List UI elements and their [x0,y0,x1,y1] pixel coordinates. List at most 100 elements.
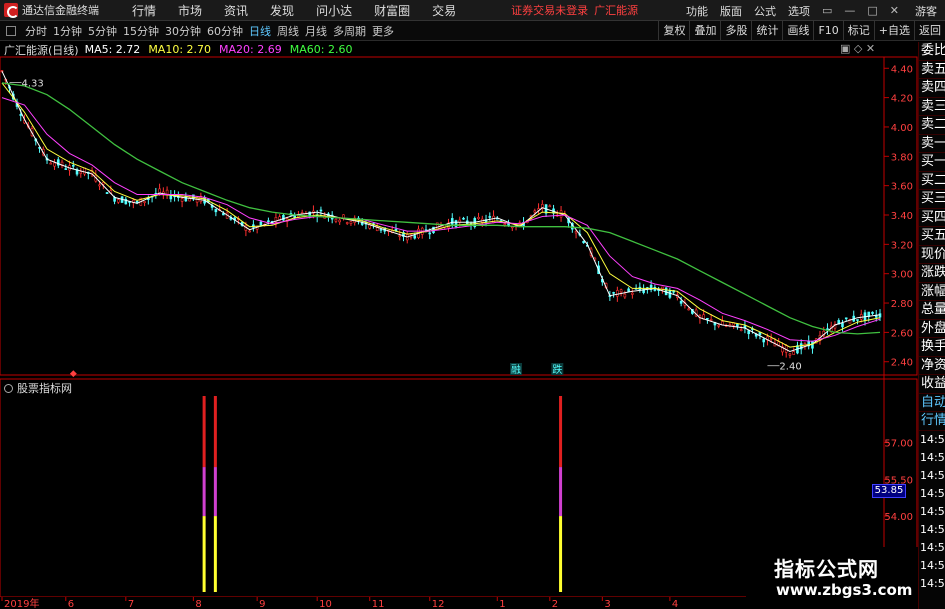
candle-body [574,231,578,234]
side-panel-item[interactable]: 收益 [919,375,945,394]
candle-body [717,324,720,327]
candle-body [71,164,75,167]
date-tick-label: 12 [432,599,445,609]
candle-body [49,162,53,165]
back-button[interactable]: 返回 [914,21,945,40]
side-panel-item[interactable]: 买三 [919,190,945,209]
candle-body [102,182,105,185]
date-tick-label: 2019年 [4,597,39,609]
side-panel-item[interactable]: 买二 [919,172,945,190]
event-marker-label: 融 [511,364,521,376]
side-panel-time: 14:56 [920,558,945,572]
price-tick-label: 3.40 [891,211,913,222]
candle-body [450,218,454,225]
event-marker-label: 跌 [552,363,562,376]
candle-body [345,222,349,224]
side-panel-item[interactable]: 涨跌 [919,264,945,283]
candle-body [222,213,225,216]
price-chart[interactable]: 4.40 4.20 4.00 3.80 3.60 3.40 3.20 3.00 2.80 2.60… [0,0,918,597]
candle-body [856,319,859,321]
candle-body [214,208,218,213]
price-tick-label: 2.80 [891,299,913,310]
candle-body [248,230,251,233]
side-panel-item[interactable]: 涨幅 [919,283,945,301]
side-panel-item[interactable]: 行情 [919,412,945,431]
date-tick-label: 1 [499,599,505,609]
candle-body [428,232,432,235]
side-panel-item[interactable]: 现价 [919,246,945,264]
candle-body [687,308,690,311]
candle-body [53,162,56,167]
indicator-bar-segment [559,516,563,592]
watermark: 指标公式网 www.zbgs3.com [746,547,918,609]
side-panel-item[interactable]: 卖一 [919,135,945,153]
candle-body [668,290,672,298]
indicator-header: 股票指标网 [0,381,72,395]
candle-body [736,323,739,327]
candle-body [398,235,402,237]
event-marker-dot: ◆ [70,369,77,379]
indicator-bar-segment [202,467,206,517]
side-panel-item[interactable]: 自动 [919,394,945,412]
candle-body [582,240,585,244]
side-panel-item[interactable]: 买五 [919,227,945,246]
candle-body [619,289,623,293]
side-panel-item[interactable]: 卖五 [919,61,945,79]
candle-body [195,197,199,203]
date-tick-label: 11 [372,599,385,609]
candle-body [117,199,120,203]
side-panel-item[interactable]: 外盘 [919,320,945,338]
candle-body [319,209,323,212]
indicator-title[interactable]: 股票指标网 [17,380,72,396]
candle-body [184,196,188,202]
candle-body [623,293,627,298]
candle-body [679,301,683,304]
side-panel-item[interactable]: 换手 [919,338,945,357]
indicator-bar-segment [202,396,206,468]
side-panel-item[interactable]: 买四 [919,209,945,227]
candle-body [169,195,173,200]
candle-body [792,351,796,355]
candle-body [143,201,146,203]
candle-body [747,330,750,335]
side-panel-time: 14:56 [920,540,945,554]
side-panel-item[interactable]: 委比 [919,42,945,61]
candle-body [510,226,514,229]
price-pane-frame [0,56,918,376]
candle-body [379,229,383,231]
watermark-title: 指标公式网 [774,557,879,581]
indicator-bar-segment [213,396,217,468]
side-panel-time: 14:56 [920,432,945,446]
indicator-bar-segment [213,516,217,592]
indicator-tick-label: 57.00 [884,439,913,450]
candle-body [844,317,848,320]
price-tick-label: 3.60 [891,182,913,193]
candle-body [98,184,101,187]
indicator-tick-label: 54.00 [884,512,913,523]
candle-body [826,328,829,330]
side-panel-time: 14:56 [920,576,945,590]
candle-body [612,292,615,294]
candle-body [477,217,480,220]
side-panel-item[interactable]: 净资 [919,357,945,375]
candle-body [105,192,109,194]
indicator-settings-icon[interactable] [4,383,13,393]
candle-body [488,216,492,218]
candle-body [871,311,874,314]
candle-body [19,114,23,116]
candle-body [616,290,619,297]
side-panel-item[interactable]: 总量 [919,301,945,320]
quote-side-panel: 委比 卖五 卖四 卖三 卖二 卖一 买一 买二 买三 买四 买五 现价 涨跌 涨幅 总量 外盘 换手 净资 收益 自动… [918,42,945,609]
candle-body [788,353,792,356]
extreme-label: 2.40 [779,362,801,373]
side-panel-item[interactable]: 买一 [919,153,945,172]
candle-body [413,235,417,239]
price-tick-label: 4.00 [891,123,913,134]
indicator-current-value: 53.85 [872,484,906,498]
side-panel-item[interactable]: 卖三 [919,98,945,116]
candle-body [503,223,507,226]
side-panel-item[interactable]: 卖四 [919,79,945,98]
candle-body [64,168,68,170]
ma-line-ma60 [1,82,881,335]
side-panel-item[interactable]: 卖二 [919,116,945,135]
